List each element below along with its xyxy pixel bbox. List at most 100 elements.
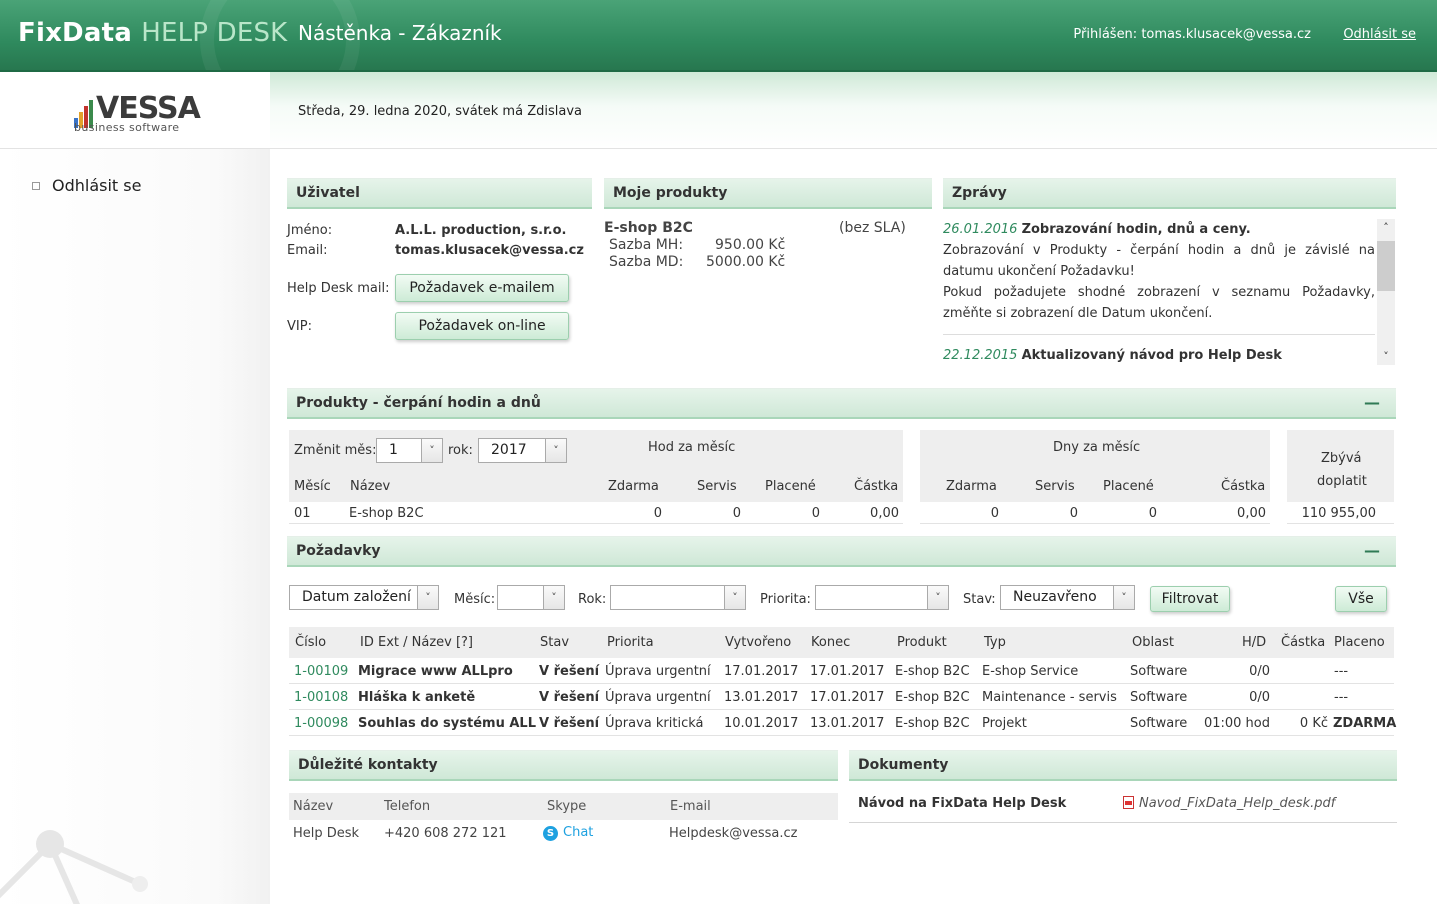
year-label: rok: bbox=[448, 443, 473, 458]
product-sla: (bez SLA) bbox=[839, 220, 906, 236]
col-paid[interactable]: Placeno bbox=[1334, 635, 1385, 650]
user-panel-header: Uživatel bbox=[287, 178, 592, 209]
filter-button[interactable]: Filtrovat bbox=[1150, 586, 1230, 612]
date-type-select[interactable]: Datum založení ˅ bbox=[289, 585, 439, 610]
rate-md-value: 5000.00 Kč bbox=[706, 254, 786, 270]
contacts-col-name: Název bbox=[293, 799, 334, 814]
remaining-block bbox=[1287, 430, 1394, 502]
request-paid: --- bbox=[1334, 690, 1349, 705]
col-end[interactable]: Konec bbox=[811, 635, 850, 650]
brand-main: FixData bbox=[18, 18, 132, 48]
usage-h-free: 0 bbox=[653, 506, 662, 521]
email-value: tomas.klusacek@vessa.cz bbox=[395, 243, 584, 258]
skype-chat-link[interactable]: S Chat bbox=[543, 825, 593, 841]
col-days-amount: Částka bbox=[1221, 479, 1266, 494]
chevron-down-icon: ˅ bbox=[1113, 586, 1134, 609]
request-hd: 01:00 hod bbox=[1203, 716, 1270, 731]
filter-year-label: Rok: bbox=[578, 592, 607, 607]
request-state: V řešení bbox=[539, 716, 600, 731]
col-number[interactable]: Číslo bbox=[295, 635, 326, 650]
col-hours-paid: Placené bbox=[765, 479, 816, 494]
col-state[interactable]: Stav bbox=[540, 635, 569, 650]
request-state: V řešení bbox=[539, 664, 600, 679]
vip-label: VIP: bbox=[287, 319, 312, 334]
request-type: Maintenance - servis bbox=[982, 690, 1117, 705]
collapse-usage-button[interactable]: — bbox=[1364, 393, 1380, 412]
date-line: Středa, 29. ledna 2020, svátek má Zdisla… bbox=[298, 104, 582, 119]
contacts-col-email: E-mail bbox=[670, 799, 711, 814]
skype-chat-label: Chat bbox=[563, 825, 594, 840]
online-request-button[interactable]: Požadavek on-line bbox=[395, 312, 569, 340]
request-product: E-shop B2C bbox=[895, 716, 970, 731]
request-id[interactable]: 1-00109 bbox=[294, 664, 348, 679]
chevron-down-icon[interactable]: ˅ bbox=[1377, 350, 1395, 363]
col-hd[interactable]: H/D bbox=[1242, 635, 1266, 650]
request-hd: 0/0 bbox=[1249, 690, 1270, 705]
request-amount: 0 Kč bbox=[1299, 716, 1328, 731]
col-type[interactable]: Typ bbox=[984, 635, 1006, 650]
row-divider bbox=[289, 523, 903, 524]
request-id[interactable]: 1-00108 bbox=[294, 690, 348, 705]
collapse-requests-button[interactable]: — bbox=[1364, 541, 1380, 560]
request-type: Projekt bbox=[982, 716, 1027, 731]
request-name[interactable]: Souhlas do systému ALL bbox=[358, 716, 536, 731]
sidebar-item-logout[interactable]: Odhlásit se bbox=[32, 176, 141, 195]
document-file-link[interactable]: Navod_FixData_Help_desk.pdf bbox=[1123, 796, 1335, 811]
news-panel-header: Zprávy bbox=[943, 178, 1396, 209]
filter-year-select[interactable]: ˅ bbox=[610, 585, 746, 610]
request-name[interactable]: Migrace www ALLpro bbox=[358, 664, 513, 679]
news-date: 22.12.2015 bbox=[943, 348, 1018, 363]
col-month: Měsíc bbox=[294, 479, 331, 494]
show-all-button[interactable]: Vše bbox=[1335, 586, 1387, 612]
year-select[interactable]: 2017 ˅ bbox=[478, 438, 567, 463]
logout-link[interactable]: Odhlásit se bbox=[1343, 27, 1416, 42]
row-divider bbox=[289, 735, 1394, 736]
scrollbar-thumb[interactable] bbox=[1377, 241, 1395, 291]
request-created: 17.01.2017 bbox=[724, 664, 799, 679]
request-name[interactable]: Hláška k anketě bbox=[358, 690, 475, 705]
filter-priority-select[interactable]: ˅ bbox=[815, 585, 949, 610]
col-days-service: Servis bbox=[1035, 479, 1075, 494]
contact-email[interactable]: Helpdesk@vessa.cz bbox=[669, 826, 798, 841]
chevron-up-icon[interactable]: ˄ bbox=[1377, 221, 1395, 234]
col-amount[interactable]: Částka bbox=[1281, 635, 1325, 650]
request-id[interactable]: 1-00098 bbox=[294, 716, 348, 731]
sidebar-item-label: Odhlásit se bbox=[52, 176, 142, 195]
remaining-label-2: doplatit bbox=[1317, 474, 1367, 489]
logo-tagline: business software bbox=[74, 121, 180, 134]
top-header: FixData HELP DESK Nástěnka - Zákazník Př… bbox=[0, 0, 1437, 72]
news-list: 26.01.2016 Zobrazování hodin, dnů a ceny… bbox=[943, 219, 1375, 365]
col-name[interactable]: ID Ext / Název [?] bbox=[360, 635, 473, 650]
request-paid: --- bbox=[1334, 664, 1349, 679]
news-date: 26.01.2016 bbox=[943, 222, 1018, 237]
col-product[interactable]: Produkt bbox=[897, 635, 947, 650]
usage-panel-title: Produkty - čerpání hodin a dnů bbox=[296, 395, 541, 411]
change-month-label: Změnit měs: bbox=[294, 443, 377, 458]
filter-state-select[interactable]: Neuzavřeno ˅ bbox=[1000, 585, 1135, 610]
contacts-col-skype: Skype bbox=[547, 799, 587, 814]
month-select-value: 1 bbox=[389, 442, 398, 458]
usage-d-service: 0 bbox=[1069, 506, 1078, 521]
filter-month-select[interactable]: ˅ bbox=[497, 585, 565, 610]
news-scrollbar[interactable]: ˄ ˅ bbox=[1377, 219, 1395, 365]
col-created[interactable]: Vytvořeno bbox=[725, 635, 791, 650]
request-product: E-shop B2C bbox=[895, 690, 970, 705]
usage-d-free: 0 bbox=[990, 506, 999, 521]
month-select[interactable]: 1 ˅ bbox=[376, 438, 443, 463]
col-priority[interactable]: Priorita bbox=[607, 635, 654, 650]
news-item: 22.12.2015 Aktualizovaný návod pro Help … bbox=[943, 345, 1375, 365]
row-divider bbox=[289, 683, 1394, 684]
vessa-logo: VESSA business software bbox=[74, 94, 201, 134]
col-name: Název bbox=[350, 479, 391, 494]
filter-month-label: Měsíc: bbox=[454, 592, 496, 607]
filter-priority-label: Priorita: bbox=[760, 592, 811, 607]
request-end: 13.01.2017 bbox=[810, 716, 885, 731]
col-area[interactable]: Oblast bbox=[1132, 635, 1174, 650]
email-request-button[interactable]: Požadavek e-mailem bbox=[395, 274, 569, 302]
usage-h-amount: 0,00 bbox=[870, 506, 899, 521]
requests-panel-title: Požadavky bbox=[296, 543, 381, 559]
product-name: E-shop B2C bbox=[604, 220, 693, 236]
contacts-panel-header: Důležité kontakty bbox=[289, 750, 838, 781]
network-decoration-icon bbox=[0, 830, 148, 904]
documents-panel-header: Dokumenty bbox=[849, 750, 1397, 781]
